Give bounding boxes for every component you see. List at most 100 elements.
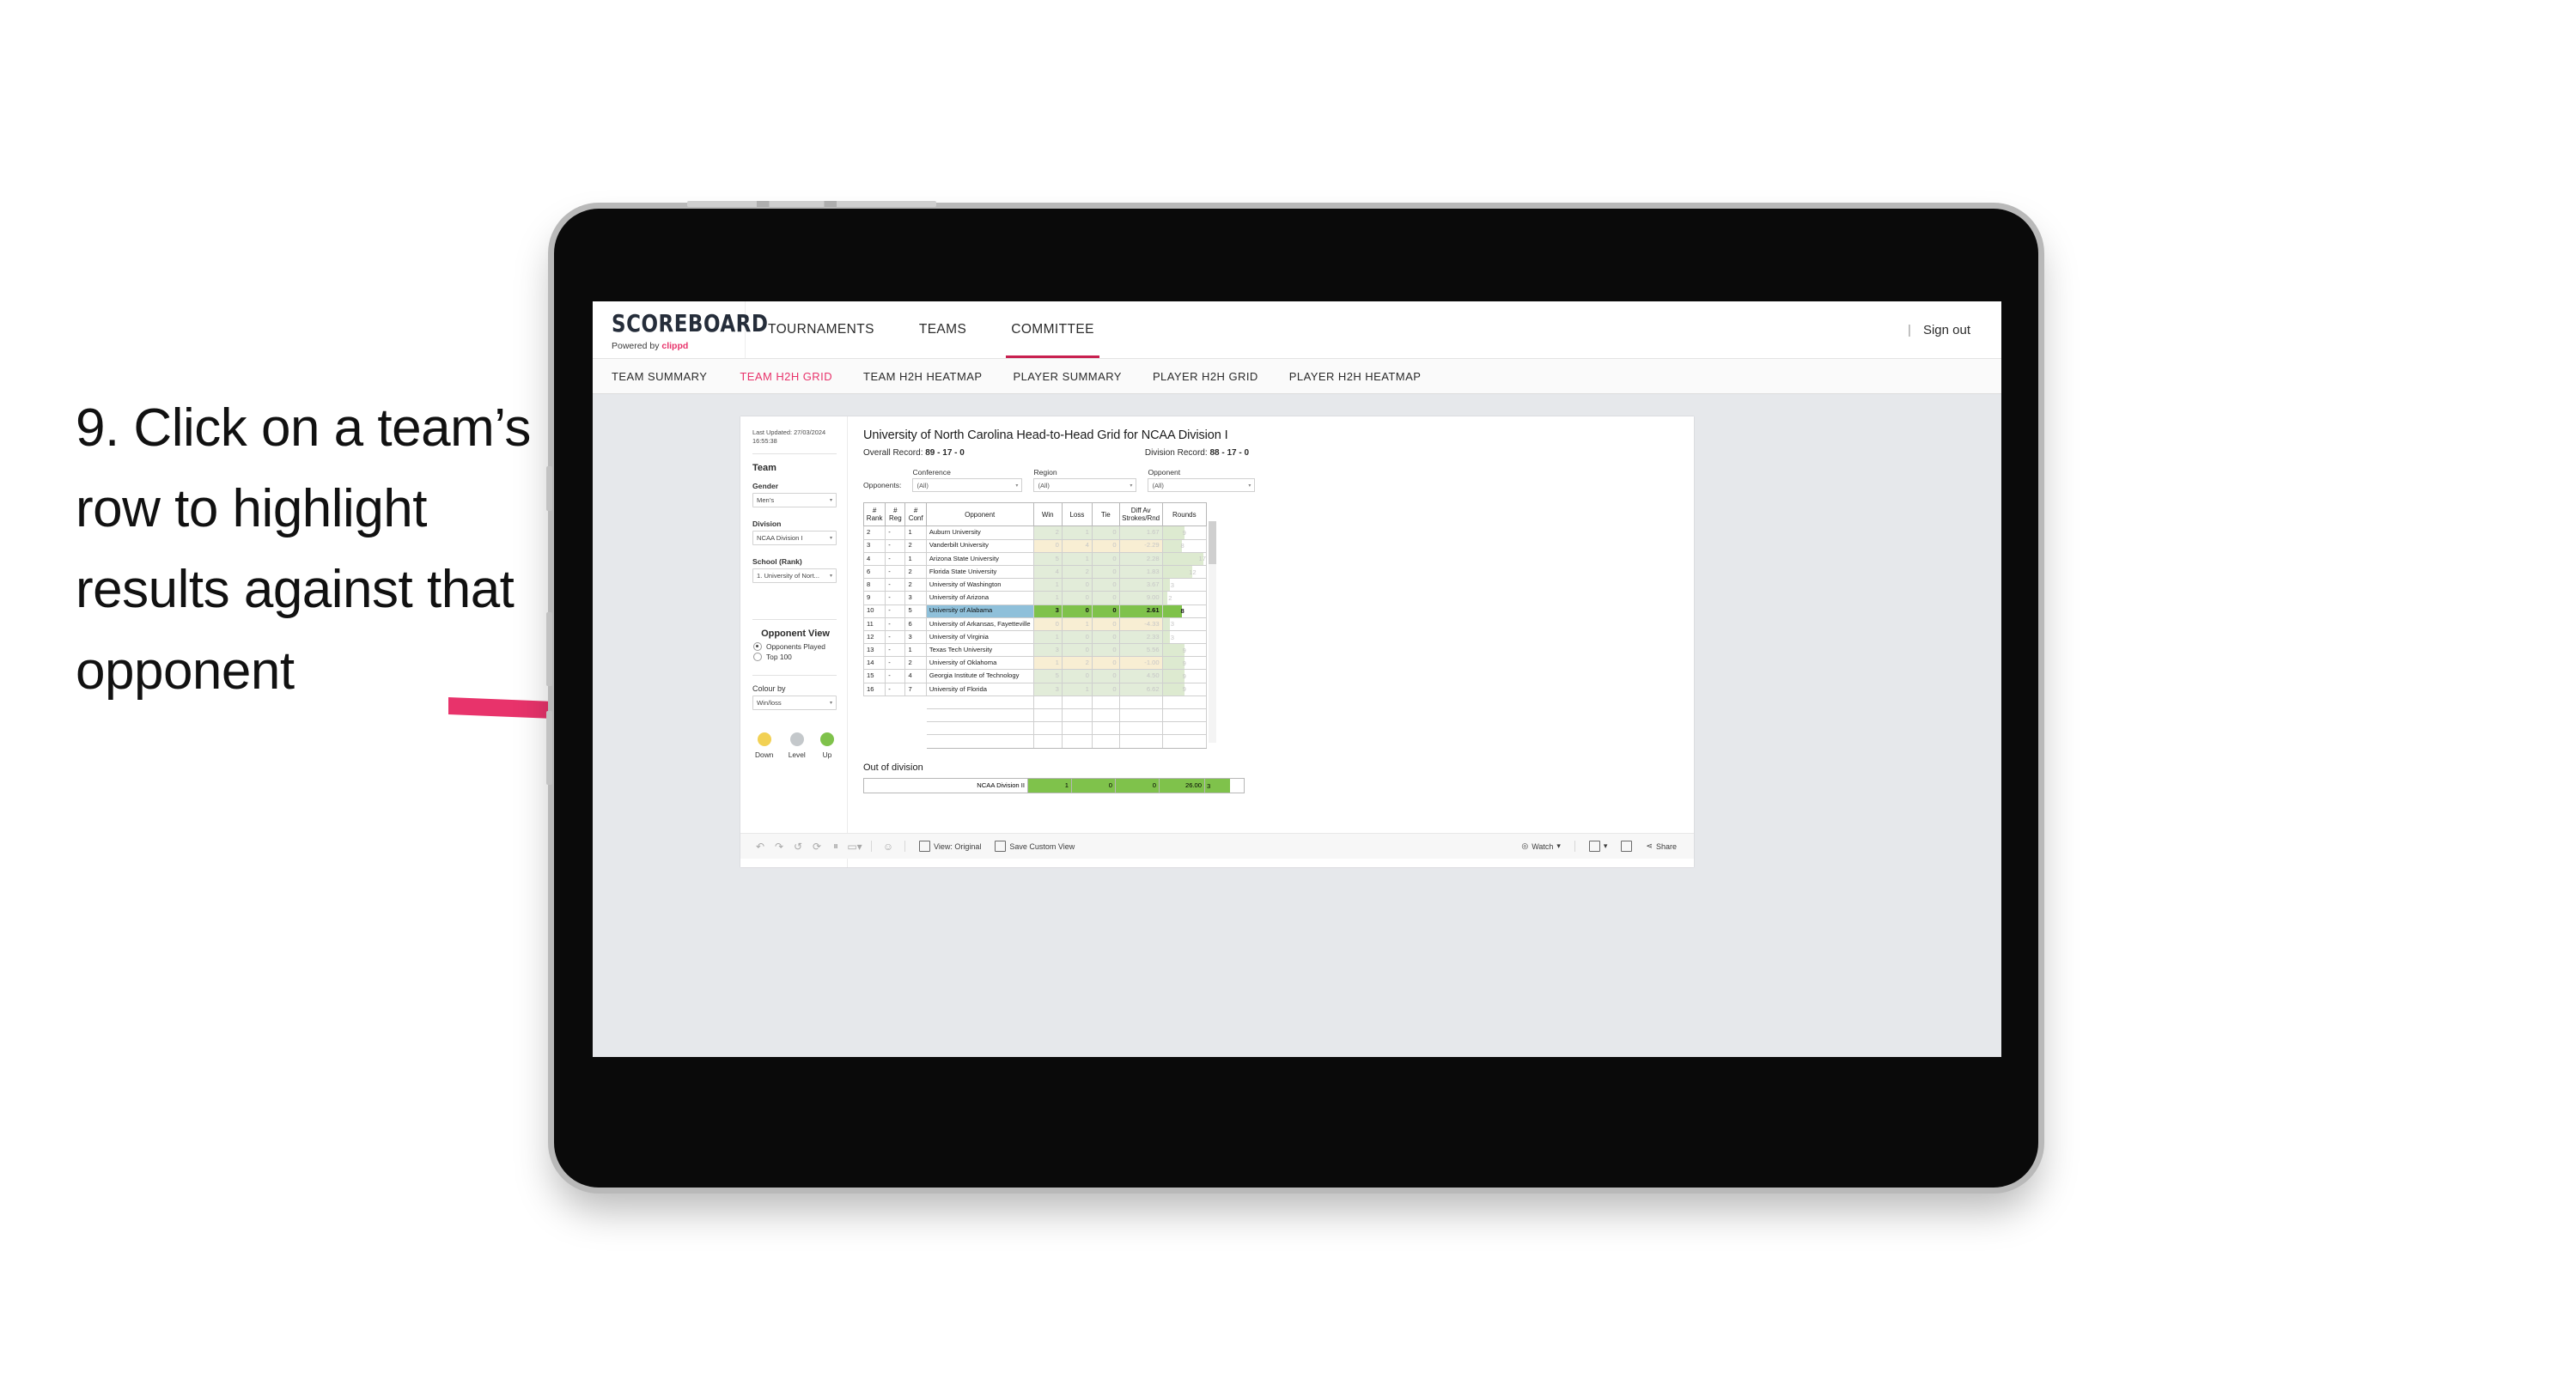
subnav-item-team-h2h-heatmap[interactable]: TEAM H2H HEATMAP: [848, 370, 997, 383]
table-row[interactable]: 13-1 Texas Tech University 3 0 0 5.56 9: [862, 643, 1208, 658]
cell-rank: 12: [862, 629, 886, 645]
division-select[interactable]: NCAA Division I ▾: [752, 530, 837, 545]
division-label: Division: [752, 519, 782, 528]
help-icon[interactable]: ☺: [879, 838, 898, 855]
table-row[interactable]: 12-3 University of Virginia 1 0 0 2.33 3: [862, 629, 1208, 645]
subnav-item-player-summary[interactable]: PLAYER SUMMARY: [997, 370, 1136, 383]
table-row[interactable]: NCAA Division II 1 0 0 26.00 3: [863, 777, 1245, 793]
radio-top-100[interactable]: Top 100: [753, 652, 837, 661]
filter-conference-select[interactable]: (All) ▾: [912, 478, 1023, 492]
view-original-button[interactable]: View: Original: [912, 841, 988, 852]
cell-empty: [925, 695, 1034, 710]
cell-conf: 1: [904, 525, 927, 540]
subnav-item-player-h2h-grid[interactable]: PLAYER H2H GRID: [1137, 370, 1274, 383]
cell-loss: 1: [1061, 525, 1093, 540]
col-opponent-label: Opponent: [965, 510, 996, 519]
table-scrollbar-track[interactable]: [1209, 521, 1216, 743]
nav-right-group: | Sign out: [1908, 301, 2001, 358]
share-button[interactable]: ⋖ Share: [1639, 841, 1684, 851]
table-row[interactable]: 4-1 Arizona State University 5 1 0 2.28 17: [862, 551, 1208, 566]
radio-opponents-played-label: Opponents Played: [766, 641, 825, 651]
brand-title: SCOREBOARD: [612, 311, 769, 338]
h2h-grid-wrapper: # Rank # Reg # Conf Opponent Win Loss Ti…: [862, 501, 1216, 749]
cell-empty: [886, 722, 905, 735]
chevron-down-icon: ▾: [1556, 841, 1561, 850]
cell-loss: 0: [1061, 643, 1093, 658]
radio-top-100-label: Top 100: [766, 652, 792, 661]
cell-conf: 2: [904, 564, 927, 580]
cell-loss: 2: [1061, 656, 1093, 671]
rounds-value: 3: [1170, 580, 1174, 589]
col-reg: # Reg: [885, 501, 906, 527]
filter-opponent-value: (All): [1152, 481, 1164, 489]
cell-diff: 1.67: [1118, 525, 1163, 540]
table-scrollbar-thumb[interactable]: [1209, 521, 1216, 564]
subnav-item-player-h2h-heatmap[interactable]: PLAYER H2H HEATMAP: [1274, 370, 1437, 383]
radio-opponents-played[interactable]: Opponents Played: [753, 641, 837, 651]
opponent-view-heading: Opponent View: [761, 628, 830, 639]
gender-select[interactable]: Men’s ▾: [752, 492, 837, 507]
cell-rounds: 17: [1161, 551, 1208, 566]
undo-icon[interactable]: ↶: [751, 838, 770, 855]
revert-icon[interactable]: ↺: [789, 838, 807, 855]
cell-reg: -: [885, 669, 906, 683]
dashboard-canvas: Last Updated: 27/03/2024 16:55:38 Team G…: [593, 394, 2001, 867]
rounds-value: 9: [1182, 685, 1186, 694]
filter-region-select[interactable]: (All) ▾: [1033, 478, 1137, 492]
sign-out-button[interactable]: Sign out: [1923, 323, 1970, 337]
refresh-icon[interactable]: ⟳: [807, 838, 826, 855]
nav-item-committee[interactable]: COMMITTEE: [989, 301, 1117, 358]
redo-icon[interactable]: ↷: [770, 838, 789, 855]
brand-subtitle: Powered by clippd: [612, 341, 745, 351]
table-row[interactable]: 8-2 University of Washington 1 0 0 3.67 3: [862, 578, 1208, 592]
cell-loss: 0: [1061, 629, 1093, 645]
table-row[interactable]: 14-2 University of Oklahoma 1 2 0 -1.00 9: [862, 656, 1208, 671]
rounds-value: 12: [1189, 568, 1197, 576]
nav-divider: |: [1908, 322, 1911, 337]
brand-logo[interactable]: SCOREBOARD Powered by clippd: [593, 301, 769, 358]
cell-empty: [1161, 695, 1208, 710]
subnav-item-team-summary[interactable]: TEAM SUMMARY: [612, 370, 724, 383]
school-select[interactable]: 1. University of Nort... ▾: [752, 568, 837, 583]
nav-item-teams[interactable]: TEAMS: [897, 301, 989, 358]
nav-item-tournaments[interactable]: TOURNAMENTS: [746, 301, 897, 358]
cell-conf: 2: [904, 578, 927, 592]
subnav-item-team-h2h-grid[interactable]: TEAM H2H GRID: [724, 370, 848, 383]
cell-conf: 2: [904, 538, 927, 553]
fullscreen-button[interactable]: [1614, 841, 1639, 852]
ood-name: NCAA Division II: [863, 777, 1028, 793]
cell-tie: 0: [1091, 669, 1120, 683]
download-button[interactable]: ▾: [1582, 841, 1615, 852]
filter-opponent: Opponent (All) ▾: [1148, 468, 1256, 492]
h2h-grid-body: 2-1 Auburn University 2 1 0 1.67 9 3-2 Vanderbil…: [862, 525, 1208, 749]
pause-icon[interactable]: ⏸: [826, 838, 845, 855]
cell-tie: 0: [1091, 578, 1120, 592]
ood-win: 1: [1027, 777, 1072, 793]
watch-button[interactable]: ◎ Watch ▾: [1514, 841, 1568, 851]
cell-conf: 7: [904, 682, 927, 696]
filter-opponent-select[interactable]: (All) ▾: [1148, 478, 1256, 492]
colour-by-value: Win/loss: [757, 698, 782, 707]
chevron-down-icon: ▾: [1130, 483, 1133, 489]
table-row[interactable]: 9-3 University of Arizona 1 0 0 9.00 2: [862, 591, 1208, 605]
table-row[interactable]: 15-4 Georgia Institute of Technology 5 0 0 4.…: [862, 669, 1208, 683]
gender-label: Gender: [752, 481, 779, 490]
custom-view-icon[interactable]: ▭▾: [845, 838, 864, 855]
cell-rounds: 3: [1161, 617, 1208, 631]
cell-diff: 2.33: [1118, 629, 1163, 645]
table-row[interactable]: 10-5 University of Alabama 3 0 0 2.61 8: [862, 604, 1208, 618]
cell-reg: -: [885, 551, 906, 566]
table-row[interactable]: 3-2 Vanderbilt University 0 4 0 -2.29 8: [862, 538, 1208, 553]
tableau-toolbar: ↶ ↷ ↺ ⟳ ⏸ ▭▾ ☺ View: Original Save Custo…: [740, 833, 1694, 859]
colour-by-select[interactable]: Win/loss ▾: [752, 695, 837, 710]
table-row[interactable]: 2-1 Auburn University 2 1 0 1.67 9: [862, 525, 1208, 540]
cell-rank: 2: [862, 525, 886, 540]
table-row[interactable]: 6-2 Florida State University 4 2 0 1.83 12: [862, 564, 1208, 580]
table-row[interactable]: 16-7 University of Florida 3 1 0 6.62 9: [862, 682, 1208, 696]
table-row[interactable]: 11-6 University of Arkansas, Fayetteville…: [862, 617, 1208, 631]
col-diff: Diff Av Strokes/Rnd: [1118, 501, 1163, 527]
save-custom-view-button[interactable]: Save Custom View: [988, 841, 1081, 852]
cell-win: 2: [1032, 525, 1063, 540]
h2h-grid-head: # Rank # Reg # Conf Opponent Win Loss Ti…: [862, 501, 1208, 527]
chevron-down-icon: ▾: [1015, 483, 1019, 489]
